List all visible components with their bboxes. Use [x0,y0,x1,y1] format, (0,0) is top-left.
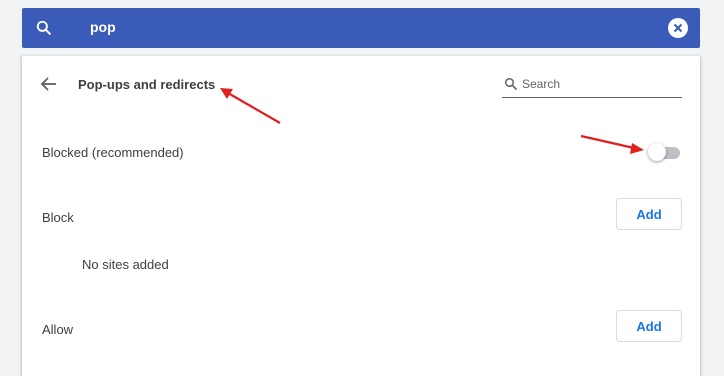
block-section-label: Block [42,210,74,225]
settings-card: Pop-ups and redirects Blocked (recommend… [22,56,700,376]
blocked-toggle[interactable] [648,143,682,161]
top-bar: pop [0,0,724,56]
search-icon [504,77,517,90]
page-search-field[interactable] [502,74,682,98]
allow-section-label: Allow [42,322,74,337]
page-title: Pop-ups and redirects [78,77,216,92]
search-query-text[interactable]: pop [90,19,116,35]
allow-add-button[interactable]: Add [616,310,682,342]
toggle-knob [648,143,666,161]
block-add-button[interactable]: Add [616,198,682,230]
search-icon [36,20,51,35]
arrow-back-icon[interactable] [39,74,59,94]
blocked-setting-label: Blocked (recommended) [42,145,184,160]
settings-search-bar[interactable]: pop [22,8,700,48]
close-circle-icon[interactable] [668,18,688,38]
page-search-input[interactable] [522,74,678,94]
block-empty-text: No sites added [82,257,169,272]
